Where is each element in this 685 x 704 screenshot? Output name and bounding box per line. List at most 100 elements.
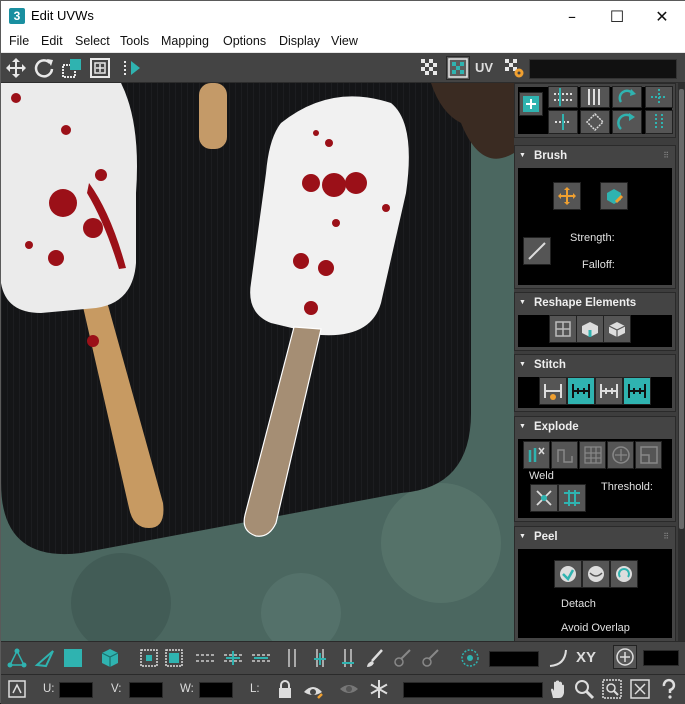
zoom-region-icon[interactable]: [600, 677, 624, 701]
scrollbar-thumb[interactable]: [679, 89, 684, 529]
vertex-select-icon[interactable]: [5, 646, 29, 670]
drag-grip-icon[interactable]: ⠿: [663, 151, 669, 160]
hide-show-icon[interactable]: [301, 677, 325, 701]
menu-view[interactable]: View: [331, 34, 358, 48]
reshape-elements-title[interactable]: Reshape Elements: [519, 297, 636, 309]
stitch-to-target-icon[interactable]: [539, 377, 567, 405]
help-icon[interactable]: [657, 677, 681, 701]
element-select-icon[interactable]: [98, 646, 122, 670]
grow-selection-icon[interactable]: [137, 646, 161, 670]
break-icon[interactable]: [523, 441, 550, 469]
falloff-distance-field[interactable]: [489, 651, 539, 667]
paint-grow-icon[interactable]: [391, 646, 415, 670]
shrink-ring-icon[interactable]: [336, 646, 360, 670]
align-vertical-edges-icon[interactable]: [645, 110, 673, 134]
straighten-selection-icon[interactable]: [549, 315, 577, 343]
uv-axis-label[interactable]: UV: [475, 60, 493, 75]
reset-peel-icon[interactable]: [610, 560, 638, 588]
show-map-icon[interactable]: [446, 56, 470, 80]
uv-editor-viewport[interactable]: [1, 83, 514, 641]
shrink-selection-icon[interactable]: [162, 646, 186, 670]
detach-label[interactable]: Detach: [561, 598, 596, 610]
strength-label: Strength:: [570, 232, 615, 244]
zoom-icon[interactable]: [572, 677, 596, 701]
menu-options[interactable]: Options: [223, 34, 266, 48]
loop-select-icon[interactable]: [193, 646, 217, 670]
lock-icon[interactable]: [273, 677, 297, 701]
flatten-grid-icon[interactable]: [579, 441, 606, 469]
selection-set-field[interactable]: [403, 682, 543, 698]
polygon-select-icon[interactable]: [61, 646, 85, 670]
drag-grip-icon[interactable]: ⠿: [663, 532, 669, 541]
grow-ring-icon[interactable]: [308, 646, 332, 670]
paint-move-brush-icon[interactable]: [553, 182, 581, 210]
ring-select-icon[interactable]: [280, 646, 304, 670]
soft-selection-icon[interactable]: [458, 646, 482, 670]
zoom-extents-icon[interactable]: [628, 677, 652, 701]
rotate-ccw-icon[interactable]: [612, 110, 642, 134]
stitch-custom-icon[interactable]: [623, 377, 651, 405]
align-horizontal-icon[interactable]: [548, 86, 578, 108]
grow-loop-icon[interactable]: [221, 646, 245, 670]
relax-brush-icon[interactable]: [600, 182, 628, 210]
stitch-title[interactable]: Stitch: [519, 359, 566, 371]
minimize-button[interactable]: –: [549, 1, 595, 31]
space-horizontal-icon[interactable]: [548, 110, 578, 134]
edge-select-icon[interactable]: [33, 646, 57, 670]
align-uv-icon[interactable]: [519, 92, 543, 116]
threshold-label: Threshold:: [601, 481, 653, 493]
pan-hand-icon[interactable]: [546, 677, 570, 701]
v-value-field[interactable]: [129, 682, 163, 698]
menu-display[interactable]: Display: [279, 34, 320, 48]
explode-title[interactable]: Explode: [519, 421, 579, 433]
texture-dropdown[interactable]: [529, 59, 677, 79]
brush-falloff-icon[interactable]: [523, 237, 551, 265]
stitch-to-source-icon[interactable]: [595, 377, 623, 405]
menu-select[interactable]: Select: [75, 34, 110, 48]
weld-target-icon[interactable]: [558, 484, 586, 512]
brush-title[interactable]: Brush: [519, 150, 567, 162]
checker-pattern-icon[interactable]: [418, 56, 442, 80]
rotate-cw-icon[interactable]: [612, 86, 642, 108]
u-label: U:: [43, 683, 55, 695]
absolute-mode-icon[interactable]: [5, 677, 29, 701]
close-button[interactable]: ✕: [639, 1, 685, 31]
pack-icon[interactable]: [635, 441, 662, 469]
weld-selected-icon[interactable]: [530, 484, 558, 512]
menu-mapping[interactable]: Mapping: [161, 34, 209, 48]
scale-icon[interactable]: [60, 56, 84, 80]
right-panel-scrollbar[interactable]: [678, 83, 685, 641]
falloff-space-toggle[interactable]: XY: [576, 649, 596, 666]
flatten-by-polygon-icon[interactable]: [607, 441, 634, 469]
stitch-average-icon[interactable]: [567, 377, 595, 405]
maximize-button[interactable]: ☐: [594, 1, 640, 31]
align-vertical-icon[interactable]: [580, 86, 610, 108]
paint-select-icon[interactable]: [363, 646, 387, 670]
menu-edit[interactable]: Edit: [41, 34, 63, 48]
align-edges-icon[interactable]: [645, 86, 673, 108]
w-value-field[interactable]: [199, 682, 233, 698]
relax-settings-icon[interactable]: [603, 315, 631, 343]
peel-mode-icon[interactable]: [582, 560, 610, 588]
quick-peel-icon[interactable]: [554, 560, 582, 588]
move-icon[interactable]: [4, 56, 28, 80]
freeze-snowflake-icon[interactable]: [367, 677, 391, 701]
detach-edge-icon[interactable]: [551, 441, 578, 469]
paint-shrink-icon[interactable]: [419, 646, 443, 670]
menu-tools[interactable]: Tools: [120, 34, 149, 48]
rotate-icon[interactable]: [32, 56, 56, 80]
peel-title[interactable]: Peel: [519, 531, 558, 543]
space-diamond-icon[interactable]: [580, 110, 610, 134]
shrink-loop-icon[interactable]: [249, 646, 273, 670]
falloff-curve-icon[interactable]: [546, 646, 570, 670]
limit-selection-icon[interactable]: [613, 645, 637, 669]
hide-eye-icon[interactable]: [337, 677, 361, 701]
u-value-field[interactable]: [59, 682, 93, 698]
map-settings-icon[interactable]: [502, 56, 526, 80]
mirror-icon[interactable]: [121, 56, 145, 80]
menu-file[interactable]: File: [9, 34, 29, 48]
freeform-mode-icon[interactable]: [88, 56, 112, 80]
relax-element-icon[interactable]: [576, 315, 604, 343]
limit-value-field[interactable]: [643, 650, 679, 666]
avoid-overlap-label[interactable]: Avoid Overlap: [561, 622, 630, 634]
